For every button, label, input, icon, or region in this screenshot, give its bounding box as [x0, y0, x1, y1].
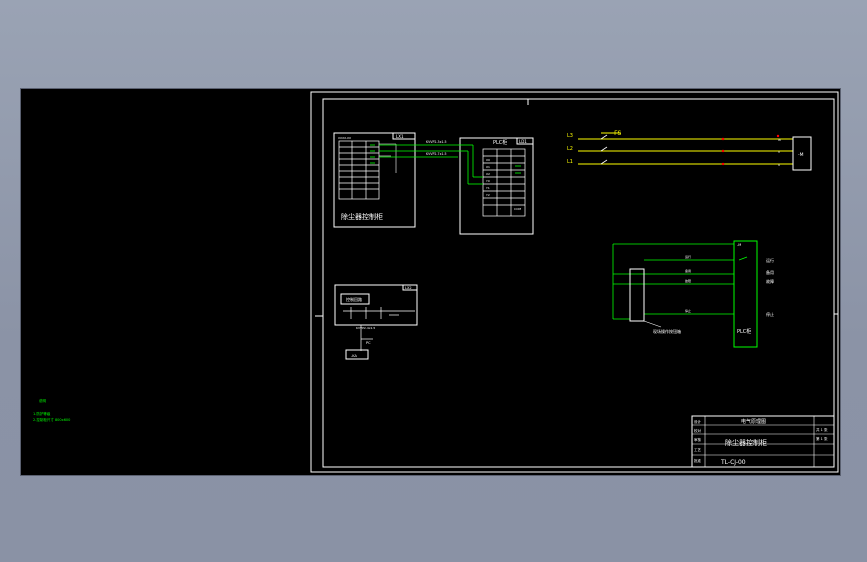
aux-tag: LX2: [405, 286, 412, 290]
side-label-4: 停止: [766, 311, 774, 317]
plc-terminal-4: Y1: [486, 186, 490, 190]
note-line-2: 1.防护等级: [33, 411, 51, 416]
outer-border: [310, 91, 839, 473]
cabinet-terminal-table: [338, 140, 380, 200]
plc-outline: [459, 137, 534, 235]
motor-terminal-w: W: [778, 138, 781, 142]
cabinet-block: LX1 XXXX-XX 除尘器控制柜 KVVP2-3x1.5 KVVP2-7x1…: [333, 132, 458, 228]
cabinet-tag: LX1: [396, 134, 404, 139]
note-line-3: 2.控制柜尺寸 800x600: [33, 417, 70, 422]
field-panel-label: 现场操作按钮箱: [653, 328, 681, 334]
title-row-5: 批准: [694, 458, 702, 463]
phase-label-l3: L3: [567, 133, 573, 139]
phase-label-l1: L1: [567, 159, 573, 165]
breaker-label: -FS: [612, 130, 622, 137]
field-circuit: PLC柜 -M 现场操作按钮箱 运行 备用 故障 停止 运行 备用 故障 停止: [612, 240, 774, 348]
side-label-1: 运行: [766, 257, 774, 263]
plc-tag: LD1: [519, 139, 527, 144]
cabinet-leaders: [379, 143, 397, 173]
field-plc-label: PLC柜: [737, 328, 751, 335]
signal-label-1: 运行: [685, 254, 691, 259]
cable-label-1: KVVP2-3x1.5: [426, 140, 447, 144]
cad-drawing: 说明 1.防护等级 2.控制柜尺寸 800x600 LX1 XXXX-XX 除尘…: [33, 91, 839, 473]
aux-inner-label: 控制回路: [346, 296, 362, 302]
title-drawing-name: 除尘器控制柜: [725, 438, 767, 447]
aux-cable-label: KVVP2-4x1.5: [356, 326, 375, 330]
note-line-1: 说明: [39, 398, 46, 403]
field-panel-box: [629, 268, 645, 322]
plc-terminal-2: X2: [486, 172, 490, 176]
aux-bottom-box: [345, 349, 369, 360]
aux-bottom-label: -KA: [351, 354, 357, 358]
cad-model-viewport[interactable]: 说明 1.防护等级 2.控制柜尺寸 800x600 LX1 XXXX-XX 除尘…: [20, 88, 841, 476]
motor-terminal-u: U: [778, 163, 780, 167]
signal-label-2: 备用: [685, 268, 691, 273]
motor-label: -M: [798, 152, 804, 158]
title-page: 第 1 张: [816, 436, 828, 441]
aux-circuit: LX2 控制回路 KVVP2-4x1.5 PC -KA: [334, 284, 418, 360]
side-label-2: 备用: [766, 269, 774, 275]
field-tag: -M: [737, 243, 741, 247]
cabinet-header-text: XXXX-XX: [338, 136, 351, 140]
cable-label-2: KVVP2-7x1.5: [426, 152, 447, 156]
plc-terminal-3: Y0: [486, 179, 490, 183]
cabinet-title: 除尘器控制柜: [341, 212, 383, 221]
title-sheet: 共 1 张: [816, 427, 828, 432]
signal-label-4: 停止: [685, 308, 691, 313]
plc-title: PLC柜: [493, 139, 507, 146]
plc-terminal-5: Y2: [486, 193, 490, 197]
title-block: 电气原理图 除尘器控制柜 共 1 张 第 1 张 TL-CJ-00 设计 校对 …: [691, 415, 835, 468]
drawing-frame: [310, 91, 839, 473]
title-row-3: 审核: [694, 437, 702, 442]
phase-label-l2: L2: [567, 146, 573, 152]
title-row-2: 校对: [694, 428, 702, 433]
plc-terminal-0: X0: [486, 158, 490, 162]
title-project: 电气原理图: [741, 418, 766, 425]
side-label-3: 故障: [766, 278, 774, 284]
cabinet-cables: KVVP2-3x1.5 KVVP2-7x1.5: [379, 140, 458, 158]
title-row-1: 设计: [694, 419, 702, 424]
title-row-4: 工艺: [694, 447, 702, 452]
plc-block: LD1 PLC柜 X0 X1 X2 Y0 Y1 Y2 COM: [458, 137, 534, 235]
plc-terminal-6: COM: [514, 207, 521, 211]
cabinet-green-marks: [370, 144, 375, 164]
model-space-notes: 说明 1.防护等级 2.控制柜尺寸 800x600: [33, 398, 70, 422]
signal-label-3: 故障: [685, 278, 691, 283]
aux-outline: [334, 284, 418, 326]
plc-terminal-1: X1: [486, 165, 490, 169]
power-circuit: -FS L3 L2 L1 -M W V U: [567, 130, 812, 171]
aux-pc-label: PC: [366, 341, 371, 345]
title-number: TL-CJ-00: [720, 459, 746, 466]
